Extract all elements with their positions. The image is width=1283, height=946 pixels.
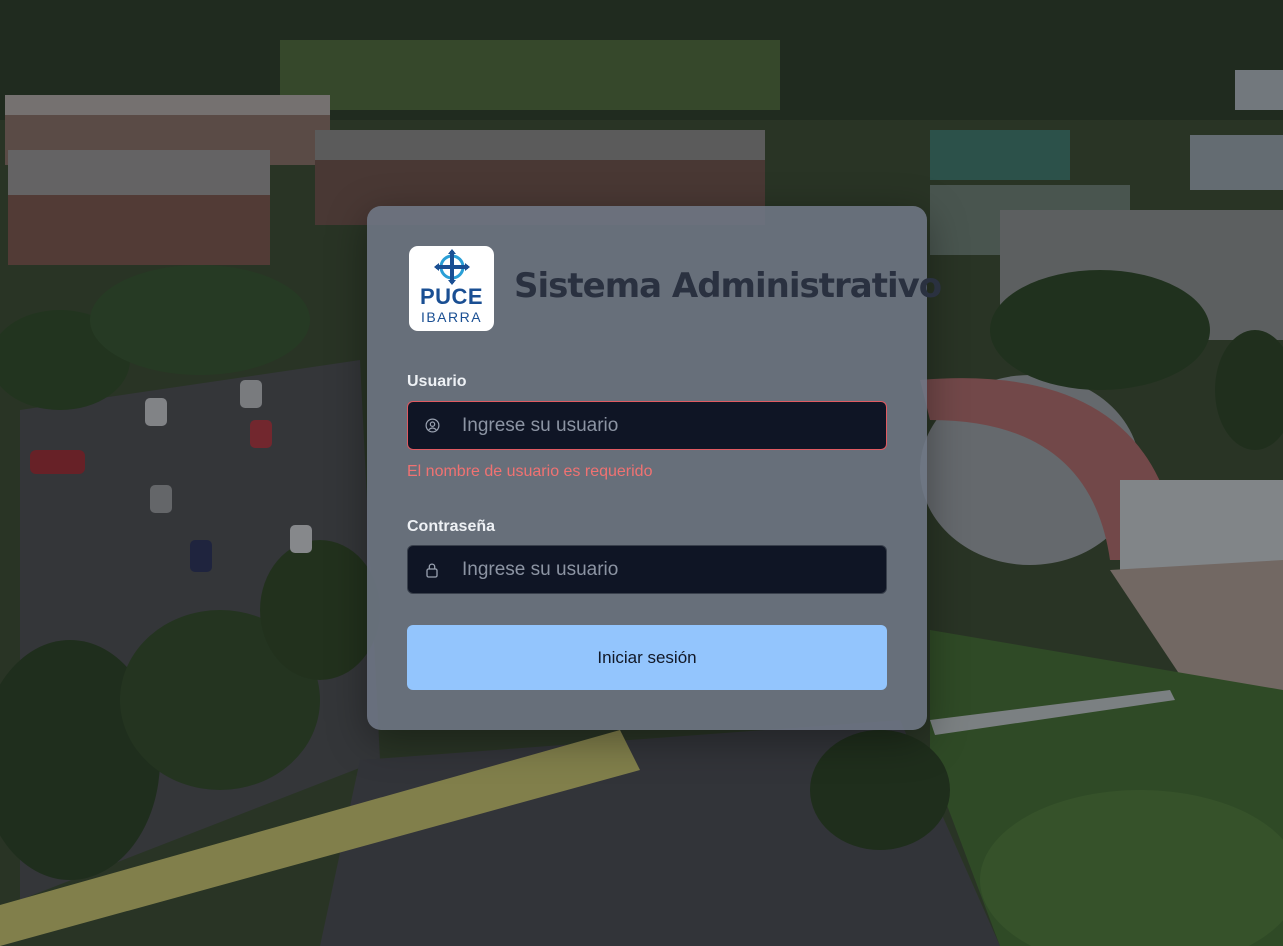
login-submit-button[interactable]: Iniciar sesión <box>407 625 887 690</box>
login-card: PUCE IBARRA Sistema Administrativo Usuar… <box>367 206 942 730</box>
user-circle-icon <box>408 402 454 449</box>
puce-logo: PUCE IBARRA <box>409 246 494 331</box>
password-field[interactable] <box>407 545 887 594</box>
username-field[interactable] <box>407 401 887 450</box>
lock-icon <box>408 546 454 593</box>
page-title: Sistema Administrativo <box>514 266 942 306</box>
logo-wordmark: PUCE <box>419 284 484 309</box>
username-label: Usuario <box>407 373 467 390</box>
logo-subtitle: IBARRA <box>420 309 483 325</box>
username-input[interactable] <box>454 402 886 449</box>
username-error-message: El nombre de usuario es requerido <box>407 463 653 480</box>
password-label: Contraseña <box>407 518 496 535</box>
password-input[interactable] <box>454 546 886 593</box>
puce-cross-emblem-icon <box>433 249 470 285</box>
